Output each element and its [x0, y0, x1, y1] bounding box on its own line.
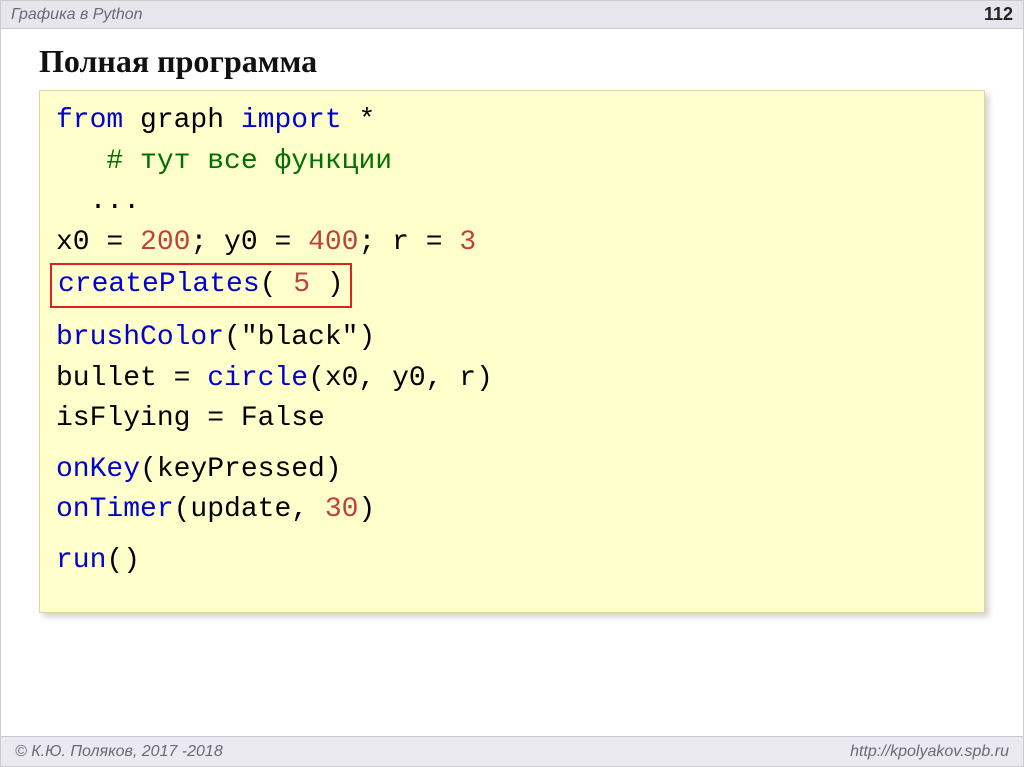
- code-text: ; y0 =: [190, 227, 308, 258]
- code-text: ; r =: [358, 227, 459, 258]
- code-line: onTimer(update, 30): [56, 490, 968, 531]
- number-literal: 30: [325, 494, 359, 525]
- slide-title: Полная программа: [1, 29, 1023, 90]
- code-line: bullet = circle(x0, y0, r): [56, 359, 968, 400]
- code-line: brushColor("black"): [56, 318, 968, 359]
- code-line: ...: [56, 182, 968, 223]
- page-number: 112: [984, 4, 1013, 25]
- ellipsis: ...: [90, 186, 140, 217]
- number-literal: 3: [459, 227, 476, 258]
- indent: [56, 146, 106, 177]
- code-line-highlighted: createPlates( 5 ): [56, 263, 968, 308]
- footer-copyright: © К.Ю. Поляков, 2017 -2018: [15, 743, 223, 761]
- paren-open: (: [224, 322, 241, 353]
- slide-header: Графика в Python 112: [1, 1, 1023, 29]
- code-line: x0 = 200; y0 = 400; r = 3: [56, 223, 968, 264]
- code-line: onKey(keyPressed): [56, 450, 968, 491]
- code-line: isFlying = False: [56, 399, 968, 440]
- spacer: [56, 440, 968, 450]
- highlight-box: createPlates( 5 ): [50, 263, 352, 308]
- indent: [56, 186, 90, 217]
- code-line: from graph import *: [56, 101, 968, 142]
- keyword-from: from: [56, 105, 123, 136]
- header-topic: Графика в Python: [11, 6, 143, 24]
- code-line: run(): [56, 541, 968, 582]
- code-text: (): [106, 545, 140, 576]
- keyword-import: import: [241, 105, 342, 136]
- func-call: createPlates: [58, 269, 260, 300]
- paren-open: (: [260, 269, 294, 300]
- code-text: (update,: [174, 494, 325, 525]
- string-literal: "black": [241, 322, 359, 353]
- number-literal: 200: [140, 227, 190, 258]
- import-star: *: [342, 105, 376, 136]
- number-literal: 400: [308, 227, 358, 258]
- func-call: brushColor: [56, 322, 224, 353]
- code-text: isFlying = False: [56, 403, 325, 434]
- paren-close: ): [358, 322, 375, 353]
- code-text: x0 =: [56, 227, 140, 258]
- code-text: (x0, y0, r): [308, 363, 493, 394]
- func-call: onKey: [56, 454, 140, 485]
- code-text: bullet =: [56, 363, 207, 394]
- func-call: circle: [207, 363, 308, 394]
- spacer: [56, 531, 968, 541]
- code-comment: # тут все функции: [106, 146, 392, 177]
- spacer: [56, 308, 968, 318]
- paren-close: ): [310, 269, 344, 300]
- module-name: graph: [123, 105, 241, 136]
- paren-close: ): [358, 494, 375, 525]
- slide-footer: © К.Ю. Поляков, 2017 -2018 http://kpolya…: [1, 736, 1023, 766]
- footer-url: http://kpolyakov.spb.ru: [850, 743, 1009, 761]
- code-text: (keyPressed): [140, 454, 342, 485]
- func-call: onTimer: [56, 494, 174, 525]
- number-literal: 5: [293, 269, 310, 300]
- func-call: run: [56, 545, 106, 576]
- code-line: # тут все функции: [56, 142, 968, 183]
- code-block: from graph import * # тут все функции ..…: [39, 90, 985, 613]
